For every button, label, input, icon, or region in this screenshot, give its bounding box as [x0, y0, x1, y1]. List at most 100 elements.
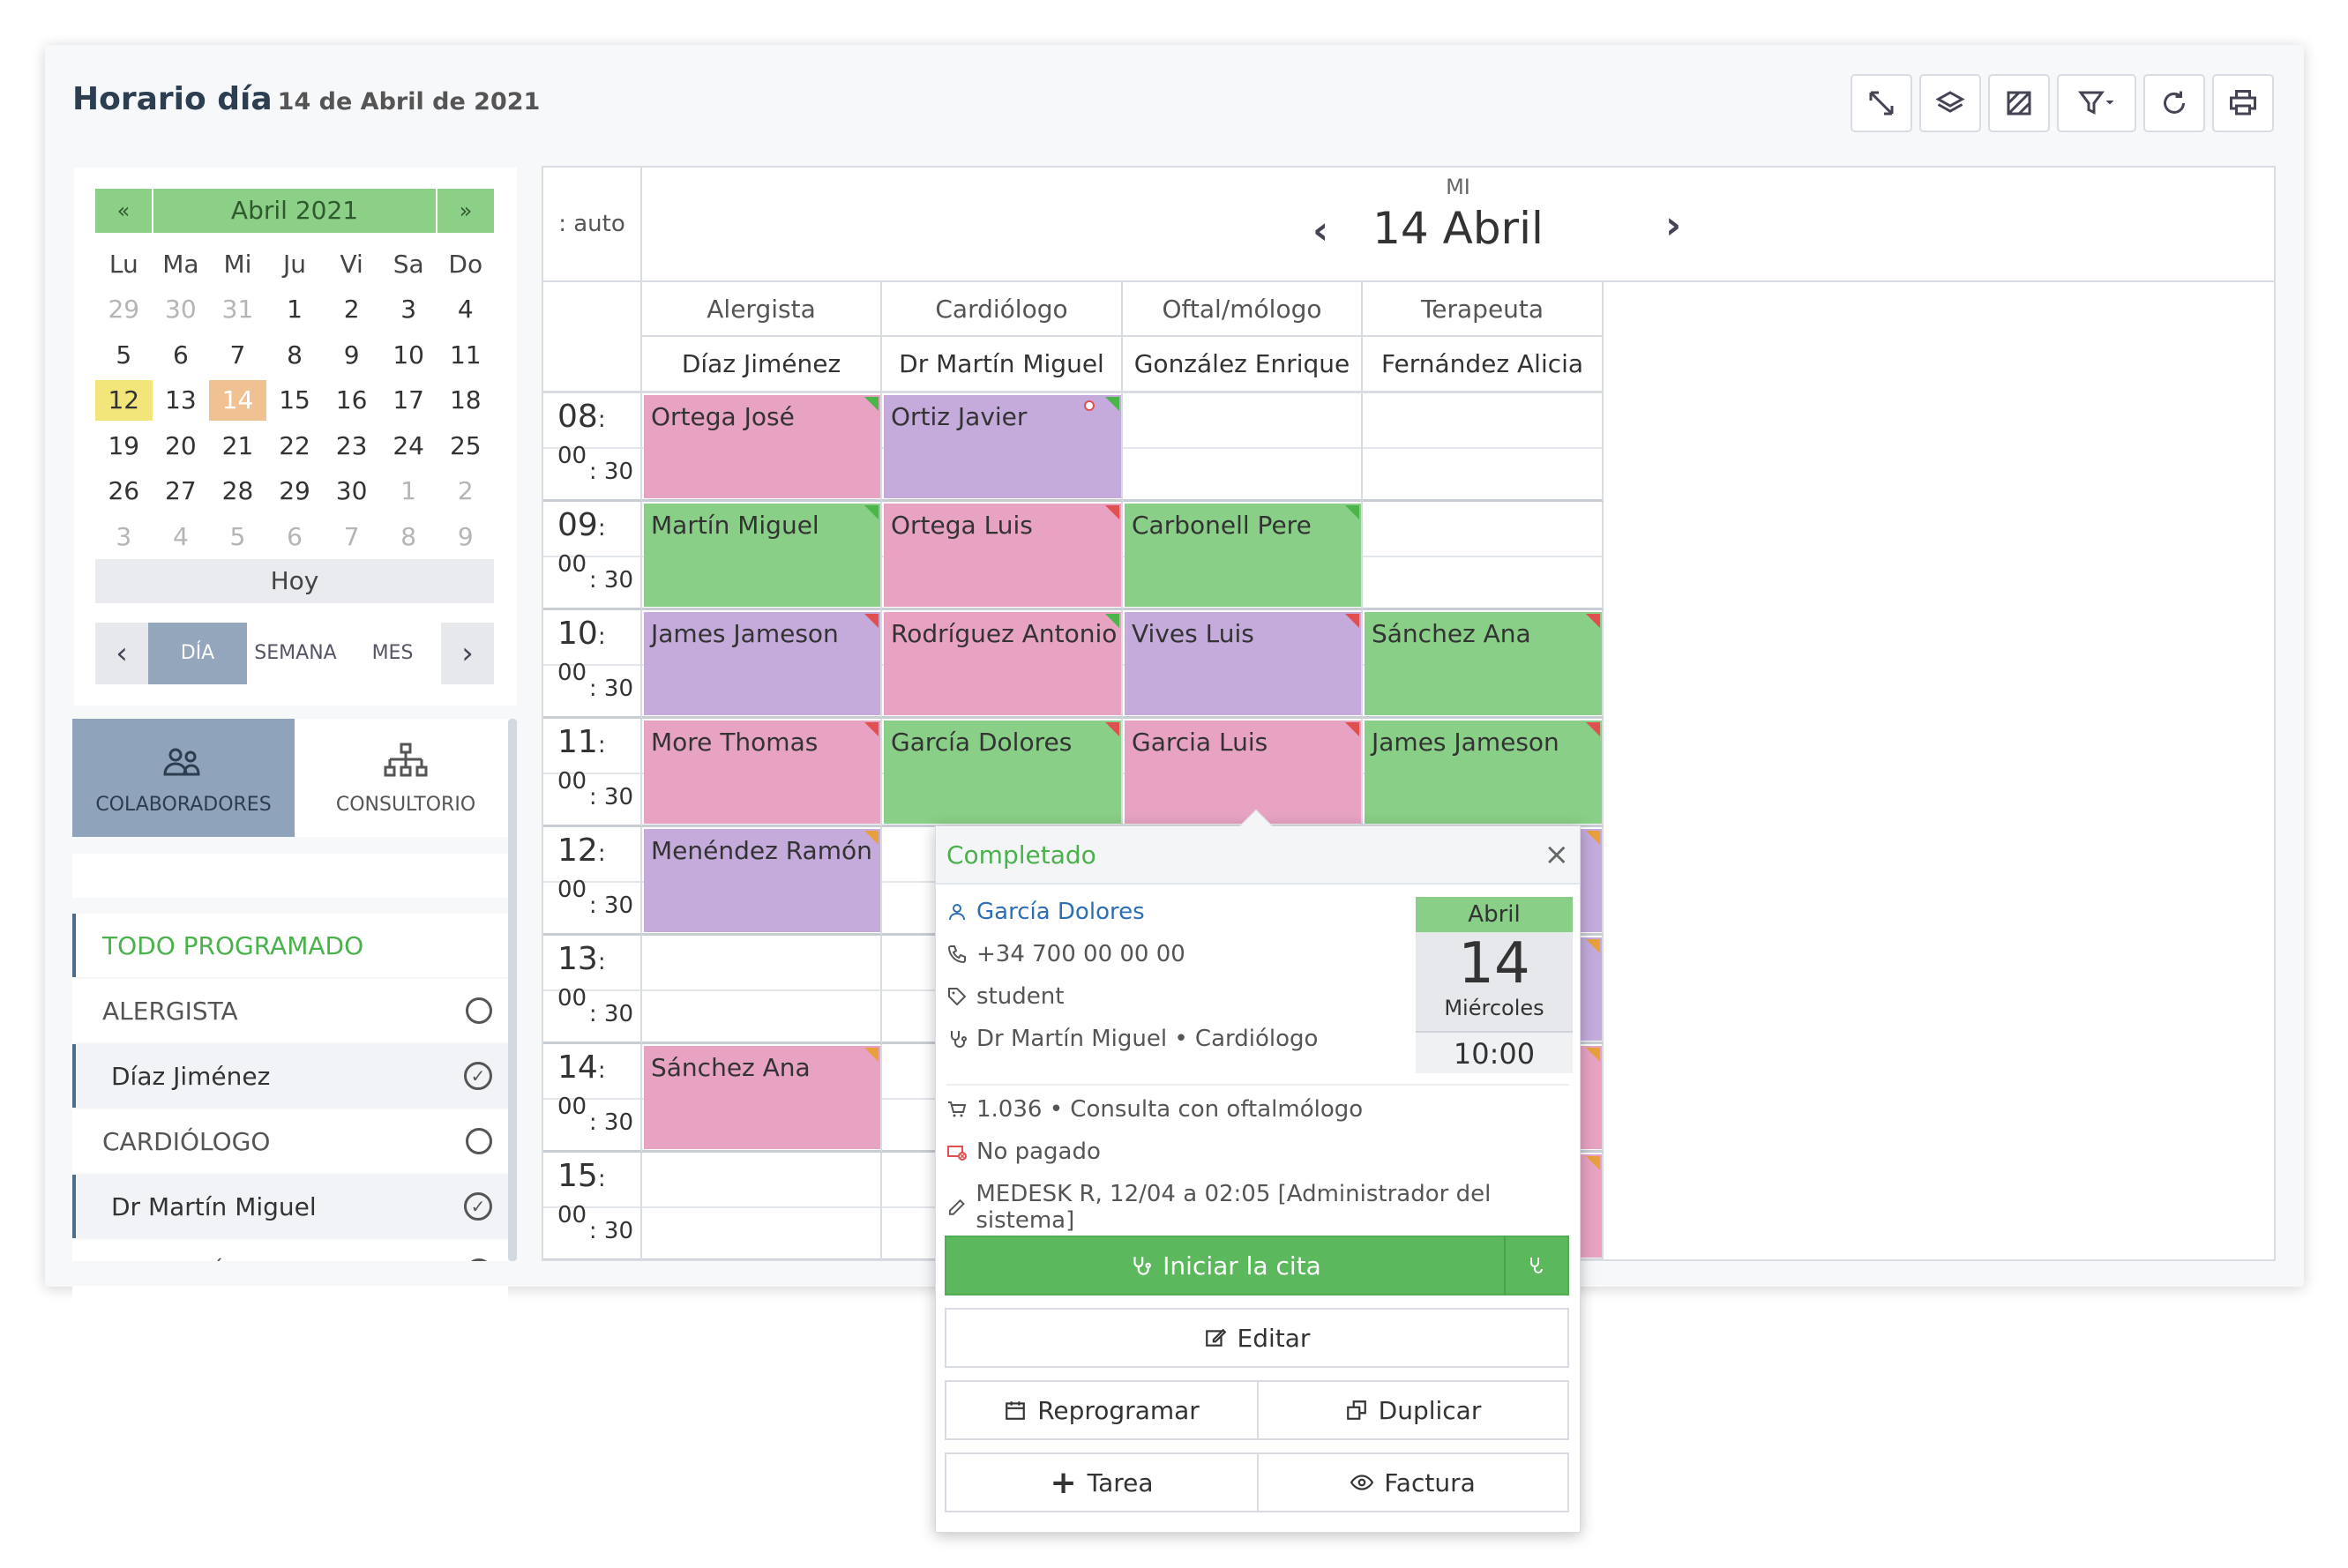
appointment-block[interactable]: Martín Miguel	[644, 504, 880, 607]
next-day-button[interactable]: ›	[441, 623, 494, 684]
calendar-day[interactable]: 14	[209, 380, 266, 422]
calendar-day[interactable]: 30	[323, 471, 380, 511]
expand-button[interactable]	[1851, 74, 1912, 132]
calendar-day[interactable]: 15	[266, 380, 324, 421]
calendar-day[interactable]: 1	[380, 471, 437, 511]
filter-doctor-item[interactable]: Díaz Jiménez ✓	[72, 1044, 508, 1108]
next-day-arrow[interactable]: ›	[1665, 203, 1681, 248]
calendar-day[interactable]: 5	[95, 335, 153, 376]
time-slot[interactable]	[642, 1153, 882, 1259]
calendar-day[interactable]: 21	[209, 426, 266, 467]
refresh-button[interactable]	[2143, 74, 2205, 132]
edit-button[interactable]: Editar	[945, 1308, 1569, 1368]
appointment-block[interactable]: Carbonell Pere	[1125, 504, 1361, 607]
patient-name[interactable]: García Dolores	[976, 899, 1145, 925]
duplicate-button[interactable]: Duplicar	[1257, 1380, 1569, 1440]
appointment-block[interactable]: Ortega José	[644, 395, 880, 498]
appointment-block[interactable]: Rodríguez Antonio	[884, 612, 1121, 715]
close-button[interactable]: ×	[1544, 837, 1570, 872]
calendar-day[interactable]: 3	[95, 517, 153, 557]
calendar-day[interactable]: 28	[209, 471, 266, 511]
appointment-block[interactable]: Ortiz Javier	[884, 395, 1121, 498]
calendar-day[interactable]: 9	[437, 517, 494, 557]
auto-zoom[interactable]: : auto	[543, 168, 642, 282]
task-button[interactable]: + Tarea	[945, 1452, 1259, 1512]
view-day[interactable]: DÍA	[148, 623, 247, 684]
time-slot[interactable]	[1363, 393, 1604, 502]
calendar-day[interactable]: 31	[209, 289, 266, 330]
tab-office[interactable]: CONSULTORIO	[295, 719, 517, 837]
tab-collaborators[interactable]: COLABORADORES	[72, 719, 295, 837]
calendar-day[interactable]: 10	[380, 335, 437, 376]
reschedule-button[interactable]: Reprogramar	[945, 1380, 1259, 1440]
calendar-day[interactable]: 19	[95, 426, 153, 467]
time-slot[interactable]	[1363, 502, 1604, 610]
calendar-day[interactable]: 6	[266, 517, 324, 557]
filter-button[interactable]	[2057, 74, 2136, 132]
calendar-day[interactable]: 23	[323, 426, 380, 467]
prev-day-arrow[interactable]: ‹	[1312, 208, 1328, 253]
prev-day-button[interactable]: ‹	[95, 623, 148, 684]
calendar-day[interactable]: 4	[437, 289, 494, 330]
check-circle-icon[interactable]: ✓	[464, 1192, 492, 1221]
view-week[interactable]: SEMANA	[247, 623, 344, 684]
left-scrollbar[interactable]	[508, 719, 517, 1261]
radio-circle-icon[interactable]	[466, 1128, 492, 1154]
calendar-day[interactable]: 1	[266, 289, 324, 330]
calendar-day[interactable]: 9	[323, 335, 380, 376]
hatch-button[interactable]	[1988, 74, 2050, 132]
appointment-block[interactable]: Menéndez Ramón	[644, 829, 880, 932]
today-button[interactable]: Hoy	[95, 559, 494, 603]
calendar-day[interactable]: 7	[323, 517, 380, 557]
start-options-button[interactable]	[1504, 1236, 1569, 1295]
calendar-day[interactable]: 2	[323, 289, 380, 330]
calendar-day[interactable]: 11	[437, 335, 494, 376]
appointment-block[interactable]: Ortega Luis	[884, 504, 1121, 607]
calendar-day[interactable]: 7	[209, 335, 266, 376]
calendar-day[interactable]: 22	[266, 426, 324, 467]
month-label[interactable]: Abril 2021	[152, 189, 437, 233]
calendar-day[interactable]: 27	[153, 471, 210, 511]
calendar-day[interactable]: 3	[380, 289, 437, 330]
calendar-day[interactable]: 29	[95, 289, 153, 330]
calendar-day[interactable]: 8	[266, 335, 324, 376]
time-slot[interactable]	[642, 936, 882, 1044]
calendar-day[interactable]: 12	[95, 380, 153, 422]
appointment-block[interactable]: García Dolores	[884, 721, 1121, 824]
appointment-block[interactable]: More Thomas	[644, 721, 880, 824]
calendar-day[interactable]: 17	[380, 380, 437, 421]
calendar-day[interactable]: 4	[153, 517, 210, 557]
filter-group-item[interactable]: ALERGISTA	[72, 979, 508, 1042]
filter-group-item[interactable]: CARDIÓLOGO	[72, 1109, 508, 1173]
print-button[interactable]	[2212, 74, 2274, 132]
appointment-block[interactable]: Vives Luis	[1125, 612, 1361, 715]
calendar-day[interactable]: 13	[153, 380, 210, 421]
radio-circle-icon[interactable]	[466, 997, 492, 1024]
calendar-day[interactable]: 29	[266, 471, 324, 511]
patient-line[interactable]: García Dolores	[946, 899, 1145, 925]
calendar-day[interactable]: 26	[95, 471, 153, 511]
calendar-day[interactable]: 20	[153, 426, 210, 467]
calendar-day[interactable]: 16	[323, 380, 380, 421]
appointment-block[interactable]: Sánchez Ana	[644, 1046, 880, 1149]
prev-month-button[interactable]: «	[95, 198, 152, 223]
calendar-day[interactable]: 24	[380, 426, 437, 467]
filter-doctor-item[interactable]: Dr Martín Miguel ✓	[72, 1175, 508, 1238]
calendar-day[interactable]: 18	[437, 380, 494, 421]
start-appointment-button[interactable]: Iniciar la cita	[945, 1236, 1506, 1295]
appointment-block[interactable]: Sánchez Ana	[1365, 612, 1602, 715]
appointment-block[interactable]: Garcia Luis	[1125, 721, 1361, 824]
next-month-button[interactable]: »	[437, 198, 494, 223]
filter-all[interactable]: TODO PROGRAMADO	[72, 914, 508, 977]
calendar-day[interactable]: 2	[437, 471, 494, 511]
invoice-button[interactable]: Factura	[1257, 1452, 1569, 1512]
appointment-block[interactable]: James Jameson	[644, 612, 880, 715]
calendar-day[interactable]: 8	[380, 517, 437, 557]
appointment-block[interactable]: James Jameson	[1365, 721, 1602, 824]
layers-button[interactable]	[1919, 74, 1981, 132]
check-circle-icon[interactable]: ✓	[464, 1062, 492, 1090]
view-month[interactable]: MES	[344, 623, 441, 684]
calendar-day[interactable]: 6	[153, 335, 210, 376]
calendar-day[interactable]: 30	[153, 289, 210, 330]
calendar-day[interactable]: 5	[209, 517, 266, 557]
